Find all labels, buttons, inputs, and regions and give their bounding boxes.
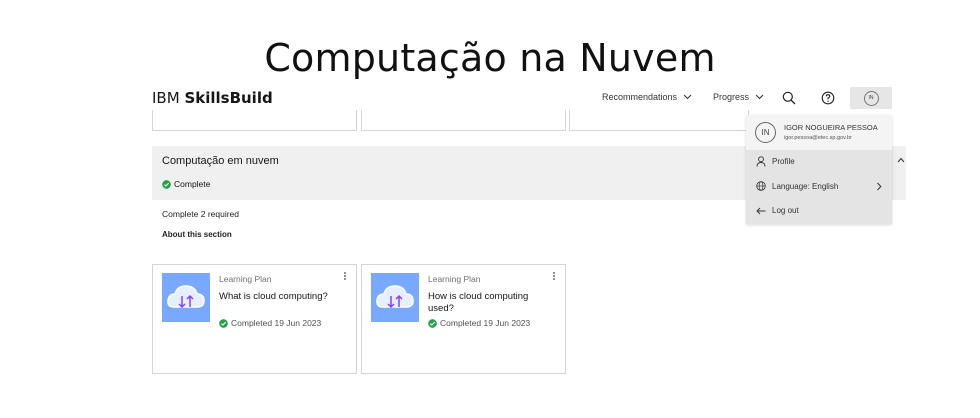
completion-text: Completed 19 Jun 2023 (231, 318, 322, 328)
user-icon (756, 156, 766, 167)
help-button[interactable] (819, 89, 837, 107)
logo-ibm-text: IBM (152, 89, 180, 107)
cloud-transfer-icon (376, 285, 414, 309)
search-icon (782, 91, 796, 105)
partial-card (152, 110, 357, 131)
menu-item-label: Log out (772, 206, 799, 215)
partial-card (361, 110, 566, 131)
card-title[interactable]: How is cloud computing used? (428, 291, 538, 315)
chevron-up-icon (897, 157, 905, 163)
chevron-down-icon (683, 94, 692, 100)
menu-item-logout[interactable]: Log out (756, 206, 799, 215)
menu-item-label: Profile (772, 157, 795, 166)
logo-brand-text: SkillsBuild (184, 89, 273, 107)
section-title: Computação em nuvem (162, 155, 279, 167)
cloud-transfer-icon (167, 285, 205, 309)
cloud-thumbnail (162, 273, 210, 322)
card-type: Learning Plan (428, 274, 481, 284)
collapse-button[interactable] (897, 155, 905, 165)
status-text: Complete (174, 179, 211, 189)
arrow-left-icon (756, 207, 766, 214)
nav-recommendations[interactable]: Recommendations (602, 92, 692, 102)
help-icon (821, 91, 835, 105)
completion-status: Completed 19 Jun 2023 (219, 318, 321, 328)
learning-plan-card[interactable]: Learning Plan How is cloud computing use… (361, 264, 566, 374)
partial-card (569, 110, 749, 131)
user-name: IGOR NOGUEIRA PESSOA (784, 123, 878, 132)
user-email: igor.pessoa@etec.sp.gov.br (784, 135, 852, 141)
chevron-right-icon (877, 182, 882, 190)
overflow-menu-icon (553, 272, 555, 280)
card-type: Learning Plan (219, 274, 272, 284)
skillsbuild-logo[interactable]: IBM SkillsBuild (152, 89, 273, 107)
menu-item-label: Language: English (772, 181, 839, 191)
globe-icon (756, 181, 766, 191)
avatar: IN (863, 90, 879, 106)
chevron-down-icon (755, 94, 764, 100)
completion-text: Completed 19 Jun 2023 (440, 318, 531, 328)
check-circle-icon (162, 179, 171, 189)
check-circle-icon (219, 318, 228, 328)
slide-title: Computação na Nuvem (264, 36, 716, 80)
overflow-menu-icon (344, 272, 346, 280)
nav-progress[interactable]: Progress (713, 92, 764, 102)
menu-item-language[interactable]: Language: English (756, 181, 882, 191)
menu-item-profile[interactable]: Profile (756, 156, 795, 167)
search-button[interactable] (780, 89, 798, 107)
cloud-thumbnail (371, 273, 419, 322)
overflow-menu-button[interactable] (552, 271, 556, 284)
overflow-menu-button[interactable] (343, 271, 347, 284)
about-section-link[interactable]: About this section (162, 230, 232, 239)
avatar: IN (755, 122, 776, 143)
status-badge: Complete (162, 179, 210, 189)
check-circle-icon (428, 318, 437, 328)
profile-dropdown: IN IGOR NOGUEIRA PESSOA igor.pessoa@etec… (746, 115, 892, 224)
nav-progress-label: Progress (713, 92, 750, 102)
completion-status: Completed 19 Jun 2023 (428, 318, 530, 328)
profile-dropdown-header: IN IGOR NOGUEIRA PESSOA igor.pessoa@etec… (746, 115, 892, 150)
learning-plan-card[interactable]: Learning Plan What is cloud computing? C… (152, 264, 357, 374)
user-avatar-button[interactable]: IN (850, 87, 892, 109)
requirement-text: Complete 2 required (162, 209, 240, 219)
nav-recommendations-label: Recommendations (602, 92, 678, 102)
card-title[interactable]: What is cloud computing? (219, 291, 329, 303)
